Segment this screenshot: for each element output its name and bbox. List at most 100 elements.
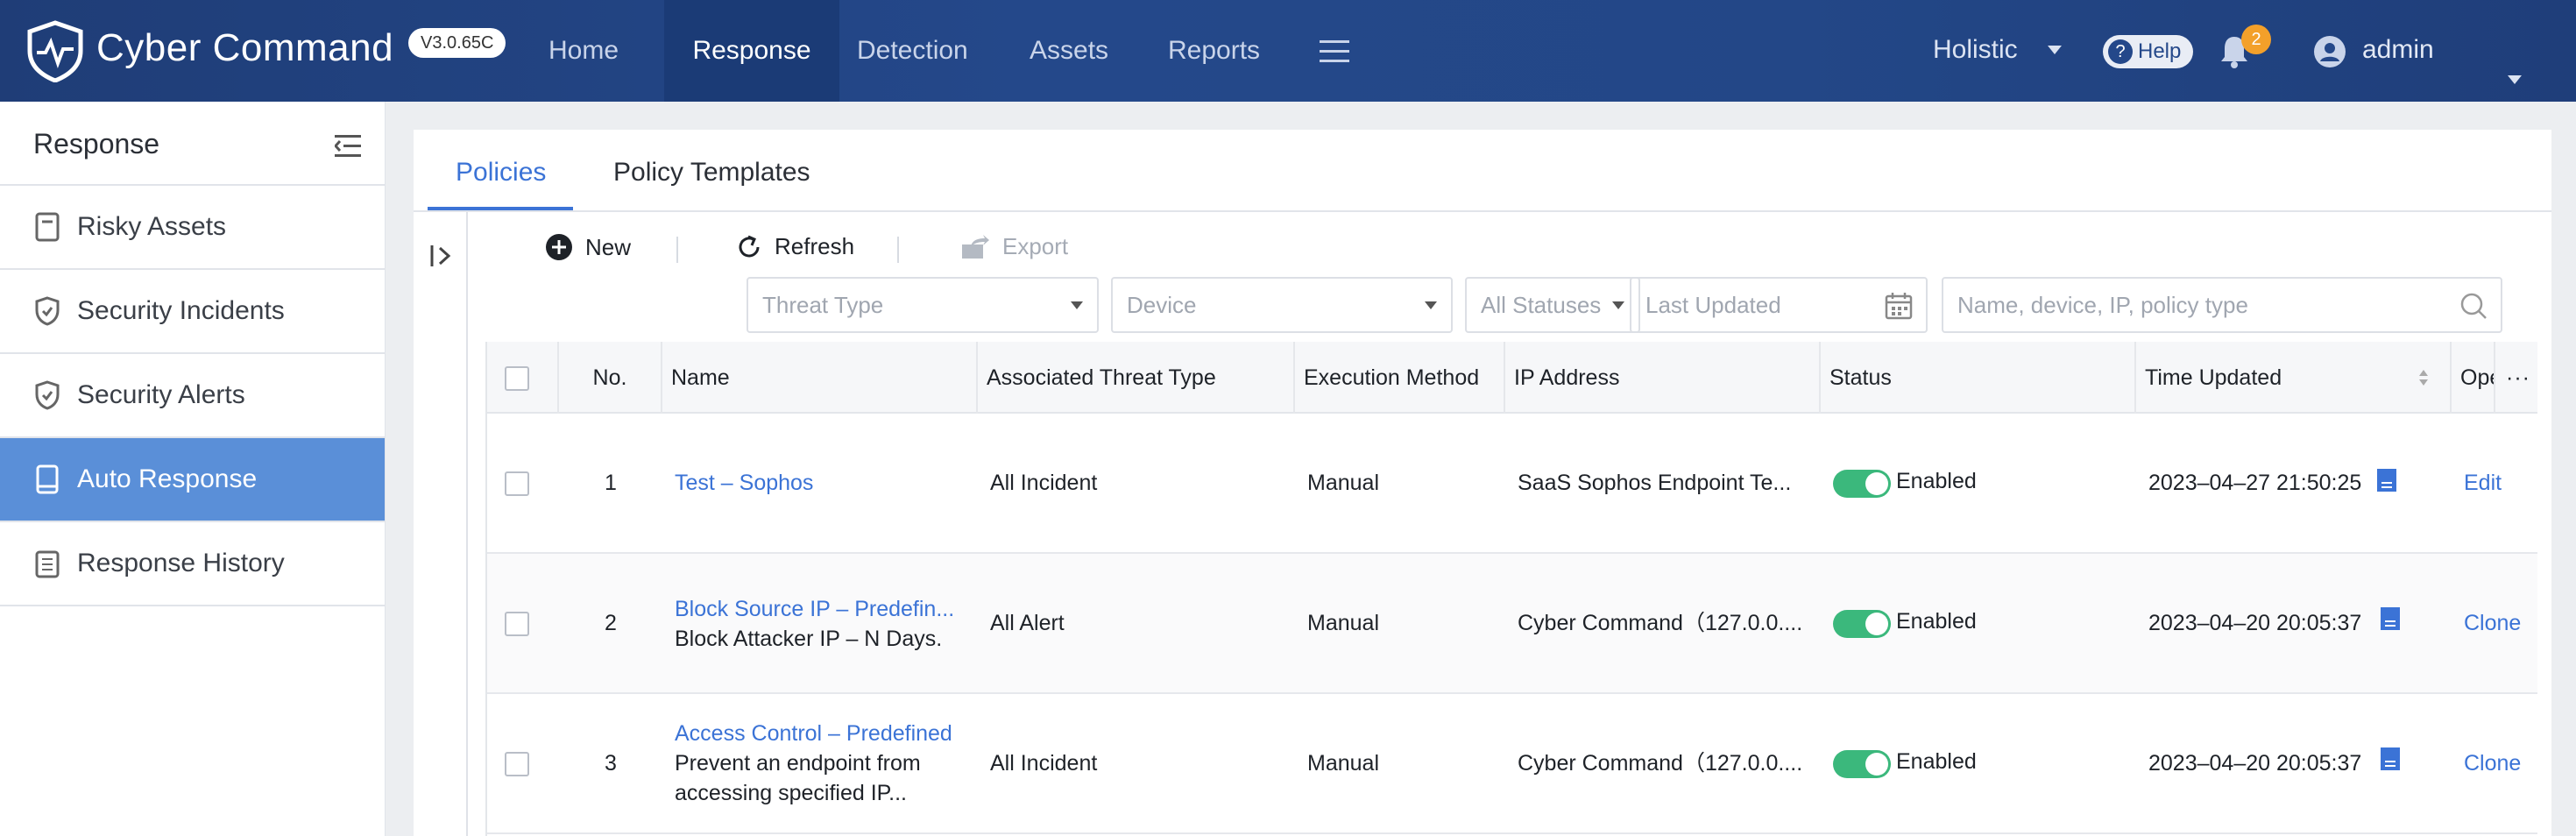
policy-description: accessing specified IP... bbox=[675, 781, 907, 805]
select-all-checkbox[interactable] bbox=[505, 366, 529, 391]
policy-name-link[interactable]: Access Control – Predefined bbox=[675, 719, 973, 748]
user-menu[interactable]: admin bbox=[2362, 35, 2576, 95]
nav-reports[interactable]: Reports bbox=[1168, 0, 1260, 102]
select-all-cell bbox=[487, 342, 559, 414]
column-header-no: No. bbox=[559, 342, 662, 414]
dropdown-arrow-icon bbox=[1612, 301, 1624, 309]
active-tab-indicator bbox=[428, 207, 573, 210]
policy-name-link[interactable]: Test – Sophos bbox=[675, 468, 973, 498]
status-toggle[interactable] bbox=[1833, 610, 1891, 638]
new-button[interactable]: New bbox=[545, 233, 631, 261]
tab-policies[interactable]: Policies bbox=[456, 158, 546, 188]
status-label: Enabled bbox=[1896, 609, 1977, 634]
column-header-operation: Ope bbox=[2452, 342, 2495, 414]
refresh-button[interactable]: Refresh bbox=[736, 233, 854, 260]
calendar-icon bbox=[1885, 293, 1913, 320]
ip-address-cell: Cyber Command（127.0.0.... bbox=[1518, 611, 1803, 635]
time-updated-cell: 2023–04–20 20:05:37 bbox=[2148, 611, 2362, 635]
execution-method-cell: Manual bbox=[1307, 751, 1379, 776]
clipboard-icon bbox=[35, 550, 60, 578]
scope-selector[interactable]: Holistic bbox=[1933, 35, 2063, 65]
collapse-menu-icon[interactable] bbox=[335, 133, 364, 159]
sidebar-item-auto-response[interactable]: Auto Response bbox=[0, 438, 385, 522]
nav-home[interactable]: Home bbox=[548, 0, 619, 102]
sidebar-item-security-incidents[interactable]: Security Incidents bbox=[0, 270, 385, 354]
refresh-icon bbox=[739, 235, 760, 257]
ip-address-cell: SaaS Sophos Endpoint Te... bbox=[1518, 471, 1792, 495]
filter-panel-toggle-strip bbox=[414, 212, 468, 836]
threat-type-cell: All Incident bbox=[990, 471, 1098, 495]
sidebar-item-risky-assets[interactable]: Risky Assets bbox=[0, 186, 385, 270]
device-select[interactable]: Device bbox=[1111, 277, 1453, 333]
chevron-down-icon bbox=[2508, 75, 2522, 84]
app-brand-name: Cyber Command bbox=[96, 26, 394, 69]
device-select-value: Device bbox=[1127, 292, 1197, 318]
notification-count-badge: 2 bbox=[2241, 25, 2271, 54]
help-button[interactable]: ? Help bbox=[2103, 35, 2194, 68]
shield-icon bbox=[35, 296, 60, 326]
policies-table: No. Name Associated Threat Type Executio… bbox=[485, 342, 2537, 836]
clone-link[interactable]: Clone bbox=[2464, 608, 2522, 638]
sidebar-header: Response bbox=[0, 102, 385, 186]
add-circle-icon bbox=[546, 234, 572, 260]
last-updated-date-picker-value: Last Updated bbox=[1645, 292, 1781, 318]
sidebar-item-label: Security Alerts bbox=[77, 380, 245, 409]
row-checkbox[interactable] bbox=[505, 471, 529, 496]
search-icon bbox=[2460, 293, 2487, 319]
edit-link[interactable]: Edit bbox=[2464, 468, 2516, 498]
sidebar-item-response-history[interactable]: Response History bbox=[0, 522, 385, 606]
row-checkbox[interactable] bbox=[505, 752, 529, 776]
version-badge: V3.0.65C bbox=[408, 28, 506, 58]
table-row[interactable]: 3 Access Control – Predefined Prevent an… bbox=[487, 694, 2537, 834]
column-header-time-updated[interactable]: Time Updated bbox=[2136, 342, 2452, 414]
help-label: Help bbox=[2138, 39, 2182, 63]
book-icon bbox=[36, 464, 59, 494]
search-input[interactable]: Name, device, IP, policy type bbox=[1942, 277, 2502, 333]
status-label: Enabled bbox=[1896, 749, 1977, 774]
nav-assets[interactable]: Assets bbox=[1030, 0, 1108, 102]
sidebar: Response Risky Assets Security Incidents… bbox=[0, 102, 386, 836]
dropdown-arrow-icon bbox=[1425, 301, 1437, 309]
main-panel: Policies Policy Templates New Refresh Ex… bbox=[414, 130, 2551, 836]
clone-link[interactable]: Clone bbox=[2464, 748, 2522, 778]
export-button[interactable]: Export bbox=[960, 233, 1068, 260]
new-button-label: New bbox=[585, 233, 632, 260]
policy-description: Block Attacker IP – N Days. bbox=[675, 627, 943, 651]
threat-type-select[interactable]: Threat Type bbox=[747, 277, 1099, 333]
row-checkbox[interactable] bbox=[505, 612, 529, 636]
policy-name-link[interactable]: Block Source IP – Predefin... bbox=[675, 594, 973, 624]
table-row[interactable]: 2 Block Source IP – Predefin... Block At… bbox=[487, 554, 2537, 694]
row-number: 2 bbox=[605, 611, 617, 635]
time-updated-cell: 2023–04–20 20:05:37 bbox=[2148, 751, 2362, 776]
column-header-time-updated-label: Time Updated bbox=[2145, 365, 2282, 390]
column-header-threat-type: Associated Threat Type bbox=[978, 342, 1295, 414]
status-select[interactable]: All Statuses bbox=[1465, 277, 1640, 333]
document-icon bbox=[35, 212, 60, 242]
nav-response[interactable]: Response bbox=[664, 0, 839, 102]
more-columns-icon[interactable]: ··· bbox=[2495, 342, 2537, 414]
expand-panel-icon[interactable] bbox=[429, 244, 456, 268]
last-updated-date-picker[interactable]: Last Updated bbox=[1630, 277, 1928, 333]
table-row[interactable]: 1 Test – Sophos All Incident Manual SaaS… bbox=[487, 414, 2537, 554]
sidebar-item-label: Security Incidents bbox=[77, 296, 285, 325]
tab-policy-templates[interactable]: Policy Templates bbox=[613, 158, 810, 188]
export-icon bbox=[962, 234, 989, 259]
more-menu-icon[interactable] bbox=[1320, 40, 1349, 63]
sidebar-item-security-alerts[interactable]: Security Alerts bbox=[0, 354, 385, 438]
status-toggle[interactable] bbox=[1833, 750, 1891, 778]
status-toggle[interactable] bbox=[1833, 470, 1891, 498]
search-input-placeholder: Name, device, IP, policy type bbox=[1957, 292, 2248, 318]
column-header-name: Name bbox=[662, 342, 978, 414]
column-header-execution-method: Execution Method bbox=[1295, 342, 1505, 414]
log-document-icon[interactable] bbox=[2376, 468, 2397, 492]
sidebar-title: Response bbox=[33, 128, 160, 159]
nav-detection[interactable]: Detection bbox=[857, 0, 968, 102]
sidebar-item-label: Response History bbox=[77, 549, 285, 577]
log-document-icon[interactable] bbox=[2380, 747, 2401, 771]
toolbar-divider bbox=[676, 237, 678, 263]
chevron-down-icon bbox=[2048, 46, 2063, 54]
ip-address-cell: Cyber Command（127.0.0.... bbox=[1518, 751, 1803, 776]
log-document-icon[interactable] bbox=[2380, 606, 2401, 631]
scope-selector-label: Holistic bbox=[1933, 35, 2018, 64]
user-avatar-icon[interactable] bbox=[2313, 35, 2346, 68]
